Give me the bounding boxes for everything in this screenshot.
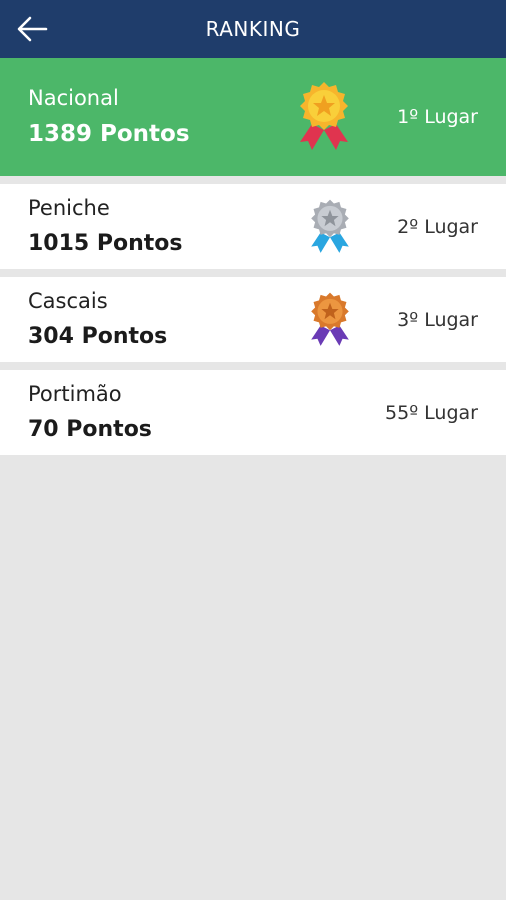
silver-medal-icon (306, 198, 354, 256)
team-name: Portimão (28, 381, 122, 406)
page-title: RANKING (205, 17, 301, 41)
team-points: 1389 Pontos (28, 120, 190, 147)
ranking-row-1[interactable]: Nacional 1389 Pontos 1º Lugar (0, 58, 506, 176)
rank-place: 2º Lugar (397, 215, 478, 238)
team-name: Nacional (28, 85, 119, 110)
rank-place: 3º Lugar (397, 308, 478, 331)
gold-medal-icon (294, 80, 354, 154)
back-arrow-icon (17, 16, 48, 42)
rank-place: 1º Lugar (397, 106, 478, 128)
ranking-list: Nacional 1389 Pontos 1º Lugar Peniche 10… (0, 58, 506, 455)
team-name: Peniche (28, 195, 110, 220)
ranking-row-2[interactable]: Peniche 1015 Pontos 2º Lugar (0, 184, 506, 269)
team-points: 70 Pontos (28, 416, 152, 442)
ranking-row-3[interactable]: Cascais 304 Pontos 3º Lugar (0, 277, 506, 362)
ranking-row-4[interactable]: Portimão 70 Pontos 55º Lugar (0, 370, 506, 455)
team-points: 304 Pontos (28, 323, 168, 349)
rank-place: 55º Lugar (385, 401, 478, 424)
bronze-medal-icon (306, 291, 354, 349)
team-name: Cascais (28, 288, 108, 313)
app-bar: RANKING (0, 0, 506, 58)
back-button[interactable] (14, 12, 50, 46)
team-points: 1015 Pontos (28, 230, 183, 256)
